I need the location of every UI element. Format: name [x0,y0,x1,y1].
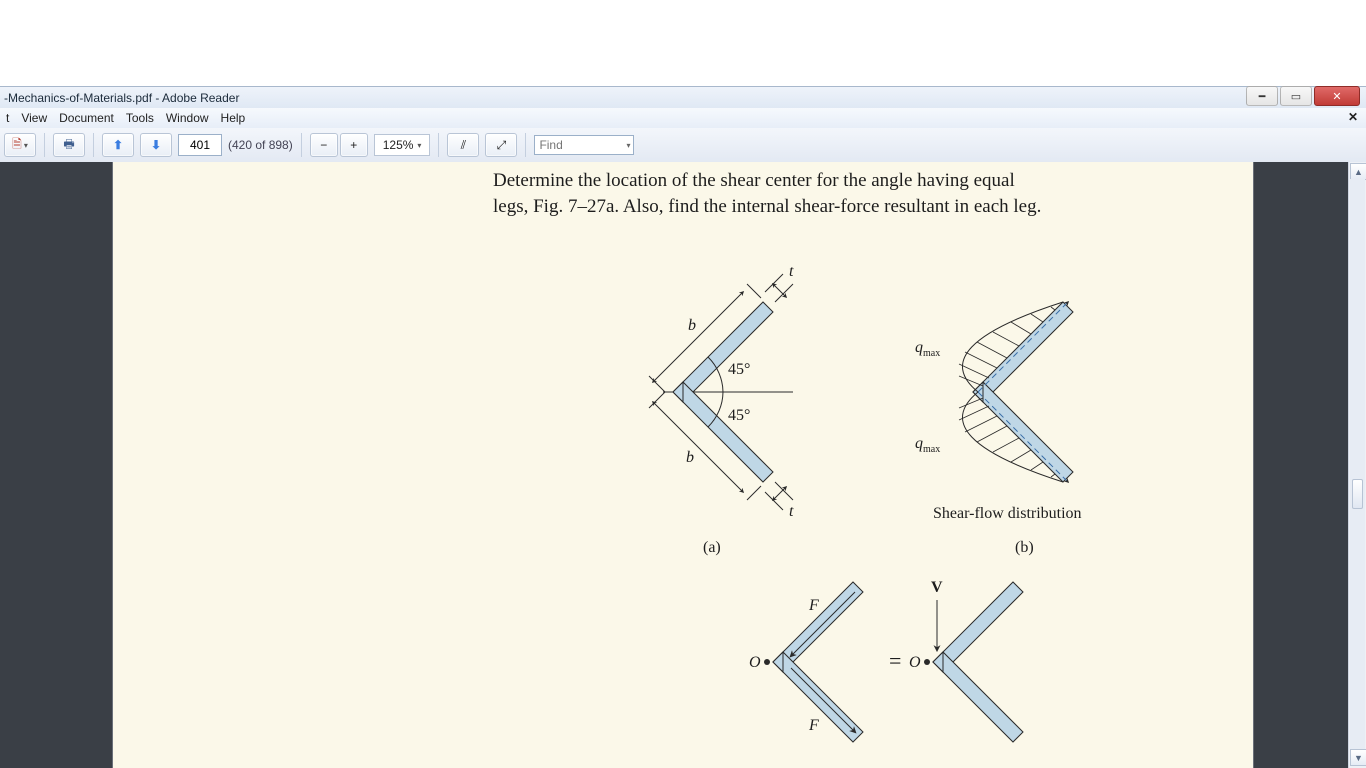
svg-text:45°: 45° [728,407,750,424]
vertical-scrollbar[interactable]: ▲ ▼ [1348,162,1366,768]
svg-text:(b): (b) [1015,539,1034,556]
close-button[interactable]: ✕ [1314,86,1360,106]
close-icon: ✕ [1332,90,1341,103]
menubar: t View Document Tools Window Help ✕ [0,108,1366,129]
pdf-page: Determine the location of the shear cent… [113,162,1253,768]
zoom-in-button[interactable]: + [340,133,368,157]
menu-item[interactable]: Help [221,111,246,125]
document-area[interactable]: Determine the location of the shear cent… [0,162,1366,768]
page-number-input[interactable] [178,134,222,156]
menu-item[interactable]: View [21,111,47,125]
paragraph: Determine the location of the shear cent… [493,168,1183,219]
screen: -Mechanics-of-Materials.pdf - Adobe Read… [0,0,1366,768]
zoom-controls: − + [310,133,368,157]
svg-text:qmax: qmax [915,339,940,359]
separator [44,133,45,157]
separator [525,133,526,157]
plus-icon: + [350,138,357,152]
separator [438,133,439,157]
fit-width-icon: ⫽ [461,138,466,153]
scroll-thumb[interactable] [1352,479,1363,509]
separator [301,133,302,157]
scroll-up-button[interactable]: ▲ [1350,163,1366,180]
menu-item[interactable]: Document [59,111,114,125]
paragraph-line: legs, Fig. 7–27a. Also, find the interna… [493,196,1041,217]
close-document-button[interactable]: ✕ [1348,110,1358,124]
minus-icon: − [320,138,327,152]
minimize-button[interactable]: ━ [1246,86,1278,106]
next-page-button[interactable]: ⬇ [140,133,172,157]
titlebar: -Mechanics-of-Materials.pdf - Adobe Read… [0,86,1366,110]
maximize-button[interactable]: ▭ [1280,86,1312,106]
svg-text:F: F [808,717,819,734]
chevron-down-icon[interactable]: ▾ [626,141,630,150]
svg-text:b: b [688,317,696,334]
arrow-down-icon: ⬇ [151,138,161,152]
zoom-value-text: 125% [383,138,414,152]
svg-text:45°: 45° [728,361,750,378]
window-title: -Mechanics-of-Materials.pdf - Adobe Read… [0,91,1366,105]
svg-text:O: O [909,654,921,671]
zoom-value[interactable]: 125% [374,134,431,156]
print-icon: 🖶 [63,135,74,156]
svg-text:b: b [686,449,694,466]
zoom-out-button[interactable]: − [310,133,338,157]
menu-item[interactable]: Tools [126,111,154,125]
find-input[interactable] [534,135,634,155]
toolbar: 🗎 🖶 ⬆ ⬇ (420 of 898) − + 125% ⫽ ⤢ ▾ [0,128,1366,163]
svg-text:qmax: qmax [915,435,940,455]
scroll-down-button[interactable]: ▼ [1350,749,1366,766]
prev-page-button[interactable]: ⬆ [102,133,134,157]
menu-item[interactable]: Window [166,111,209,125]
maximize-icon: ▭ [1291,90,1301,103]
minimize-icon: ━ [1259,90,1266,103]
svg-text:O: O [749,654,761,671]
svg-text:Shear-flow distribution: Shear-flow distribution [933,505,1082,522]
print-button[interactable]: 🖶 [53,133,85,157]
menu-item[interactable]: t [6,111,9,125]
svg-text:=: = [889,648,901,673]
separator [93,133,94,157]
page-total-label: (420 of 898) [228,138,293,152]
svg-text:F: F [808,597,819,614]
svg-text:t: t [789,263,794,280]
arrow-up-icon: ⬆ [113,138,123,152]
scroll-track[interactable] [1350,179,1365,751]
figure: b b t t [503,222,1203,768]
save-button[interactable]: 🗎 [4,133,36,157]
fit-width-button[interactable]: ⫽ [447,133,479,157]
window-controls: ━ ▭ ✕ [1246,86,1360,106]
svg-text:t: t [789,503,794,520]
save-icon: 🗎 [12,135,22,156]
fit-page-icon: ⤢ [497,138,507,153]
paragraph-line: Determine the location of the shear cent… [493,170,1015,191]
svg-text:(a): (a) [703,539,721,556]
svg-text:V: V [931,579,943,596]
fit-page-button[interactable]: ⤢ [485,133,517,157]
